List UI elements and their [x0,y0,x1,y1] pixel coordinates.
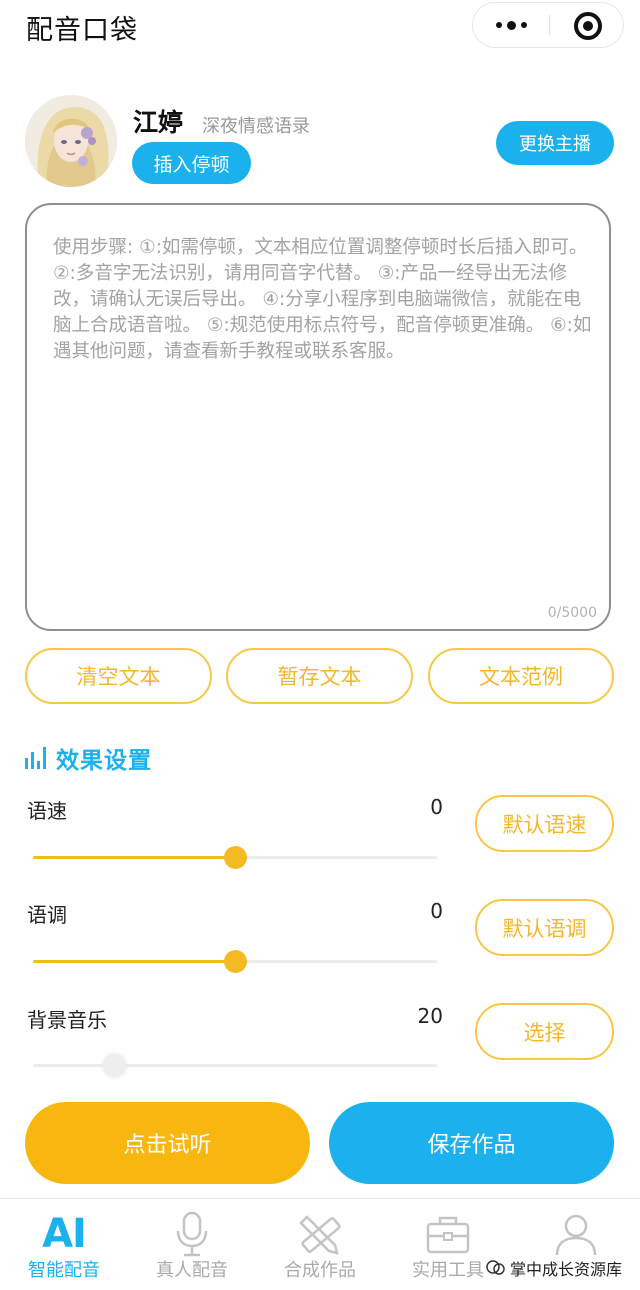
bgm-slider[interactable] [33,1054,437,1078]
watermark: 掌中成长资源库 [486,1256,622,1280]
character-count: 0/5000 [547,605,597,621]
app-title: 配音口袋 [26,15,138,46]
pitch-value: 0 [430,899,443,923]
tab-ai-dubbing[interactable]: AI 智能配音 [0,1199,128,1290]
speed-slider[interactable] [33,846,437,870]
ai-icon: AI [42,1211,87,1257]
choose-bgm-button[interactable]: 选择 [475,1003,614,1060]
effects-section-title: 效果设置 [56,748,152,774]
speed-slider-fill [33,856,235,859]
mini-program-capsule [472,2,624,48]
wechat-channel-icon [486,1260,505,1275]
speed-label: 语速 [27,799,67,823]
default-pitch-button[interactable]: 默认语调 [475,899,614,956]
save-draft-button[interactable]: 暂存文本 [226,648,413,704]
pitch-label: 语调 [27,903,67,927]
bgm-slider-thumb[interactable] [102,1054,126,1077]
user-icon [512,1209,640,1259]
pencil-ruler-icon [256,1209,384,1259]
bgm-value: 20 [417,1004,443,1028]
text-examples-button[interactable]: 文本范例 [428,648,614,704]
toolbox-icon [384,1209,512,1259]
pitch-slider-fill [33,960,235,963]
mini-program-close-icon[interactable] [574,12,602,40]
effects-section-header: 效果设置 [25,742,152,774]
tab-label: 合成作品 [284,1260,356,1281]
pitch-slider[interactable] [33,950,437,974]
tab-label: 智能配音 [28,1260,100,1281]
pitch-slider-thumb[interactable] [224,950,247,973]
more-dots-icon[interactable] [473,3,549,47]
bgm-label: 背景音乐 [27,1008,107,1032]
change-anchor-button[interactable]: 更换主播 [496,121,614,165]
default-speed-button[interactable]: 默认语速 [475,795,614,852]
bgm-slider-fill [33,1064,114,1067]
speed-slider-thumb[interactable] [224,846,247,869]
insert-pause-button[interactable]: 插入停顿 [132,142,251,184]
tab-my-works[interactable]: 合成作品 [256,1199,384,1290]
speed-value: 0 [430,795,443,819]
save-work-button[interactable]: 保存作品 [329,1102,614,1184]
preview-listen-button[interactable]: 点击试听 [25,1102,310,1184]
capsule-divider [549,15,550,35]
tab-human-dubbing[interactable]: 真人配音 [128,1199,256,1290]
text-placeholder: 使用步骤: ①:如需停顿，文本相应位置调整停顿时长后插入即可。 ②:多音字无法识… [53,237,592,362]
anchor-avatar [25,95,117,187]
text-input-area[interactable]: 使用步骤: ①:如需停顿，文本相应位置调整停顿时长后插入即可。 ②:多音字无法识… [25,203,611,631]
watermark-text: 掌中成长资源库 [510,1260,623,1279]
top-bar: 配音口袋 [0,0,640,56]
anchor-name: 江婷 [133,108,184,137]
microphone-icon [128,1209,256,1259]
tab-label: 真人配音 [156,1260,228,1281]
equalizer-icon [25,747,46,769]
clear-text-button[interactable]: 清空文本 [25,648,212,704]
anchor-description: 深夜情感语录 [202,116,310,137]
